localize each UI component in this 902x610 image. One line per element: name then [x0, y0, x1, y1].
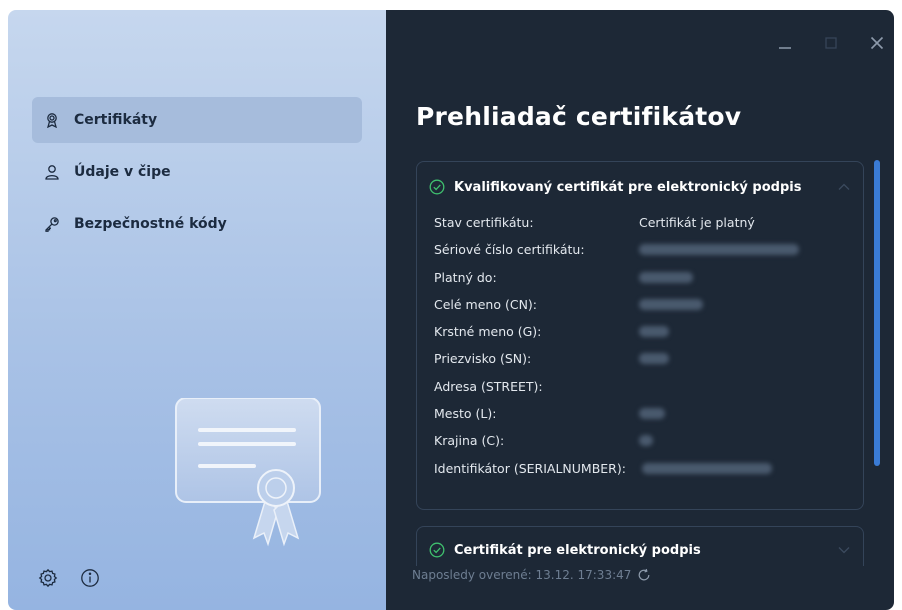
sidebar: Certifikáty Údaje v čipe Bezpečnostné kó…: [8, 10, 386, 610]
field-label: Krstné meno (G):: [434, 324, 542, 340]
last-verified-text: Naposledy overené: 13.12. 17:33:47: [412, 568, 632, 582]
redacted-value: [639, 435, 653, 447]
card-title: Certifikát pre elektronický podpis: [454, 542, 701, 558]
chevron-down-icon[interactable]: [837, 543, 851, 557]
field-label: Sériové číslo certifikátu:: [434, 242, 585, 258]
sidebar-item-security-codes[interactable]: Bezpečnostné kódy: [32, 201, 362, 247]
refresh-icon[interactable]: [637, 568, 651, 582]
scrollbar-thumb[interactable]: [874, 160, 880, 466]
main-panel: Prehliadač certifikátov Kvalifikovaný ce…: [386, 10, 894, 610]
sidebar-item-label: Certifikáty: [74, 112, 158, 128]
close-button[interactable]: [866, 32, 888, 54]
check-circle-icon: [429, 179, 445, 195]
settings-icon[interactable]: [38, 568, 58, 588]
redacted-value: [639, 271, 693, 283]
sidebar-item-label: Bezpečnostné kódy: [74, 216, 227, 232]
redacted-value: [642, 462, 772, 474]
redacted-value: [639, 326, 669, 338]
person-icon: [45, 165, 59, 180]
page-title: Prehliadač certifikátov: [416, 102, 742, 131]
close-icon: [870, 36, 884, 50]
field-value: Certifikát je platný: [639, 215, 755, 230]
certificate-icon: [47, 113, 57, 128]
key-icon: [45, 217, 59, 232]
sidebar-item-label: Údaje v čipe: [74, 164, 171, 180]
field-label: Identifikátor (SERIALNUMBER):: [434, 460, 626, 476]
card-header[interactable]: Kvalifikovaný certifikát pre elektronick…: [429, 176, 851, 198]
minimize-icon: [779, 47, 791, 49]
field-label: Stav certifikátu:: [434, 215, 534, 230]
sidebar-item-certificates[interactable]: Certifikáty: [32, 97, 362, 143]
card-header[interactable]: Certifikát pre elektronický podpis: [429, 539, 851, 561]
field-label: Mesto (L):: [434, 406, 497, 422]
minimize-button[interactable]: [774, 32, 796, 54]
sidebar-bottom-icons: [38, 568, 100, 588]
redacted-value: [639, 298, 703, 310]
field-label: Platný do:: [434, 269, 497, 285]
certificate-card-standard: Certifikát pre elektronický podpis: [416, 526, 864, 566]
check-circle-icon: [429, 542, 445, 558]
maximize-icon: [825, 37, 837, 49]
chevron-up-icon[interactable]: [837, 180, 851, 194]
app-window: Certifikáty Údaje v čipe Bezpečnostné kó…: [8, 10, 894, 610]
redacted-value: [639, 408, 665, 420]
redacted-value: [639, 244, 799, 256]
redacted-value: [639, 353, 669, 365]
window-controls: [774, 32, 888, 54]
sidebar-nav: Certifikáty Údaje v čipe Bezpečnostné kó…: [32, 97, 362, 253]
maximize-button[interactable]: [820, 32, 842, 54]
certificate-illustration: [175, 398, 321, 547]
field-label: Priezvisko (SN):: [434, 351, 532, 367]
field-label: Celé meno (CN):: [434, 296, 538, 312]
info-icon[interactable]: [80, 568, 100, 588]
field-label: Adresa (STREET):: [434, 378, 543, 394]
status-bar: Naposledy overené: 13.12. 17:33:47: [412, 568, 651, 582]
card-title: Kvalifikovaný certifikát pre elektronick…: [454, 179, 802, 195]
sidebar-item-chip-data[interactable]: Údaje v čipe: [32, 149, 362, 195]
certificate-card-qualified: Kvalifikovaný certifikát pre elektronick…: [416, 161, 864, 510]
field-label: Krajina (C):: [434, 433, 505, 449]
